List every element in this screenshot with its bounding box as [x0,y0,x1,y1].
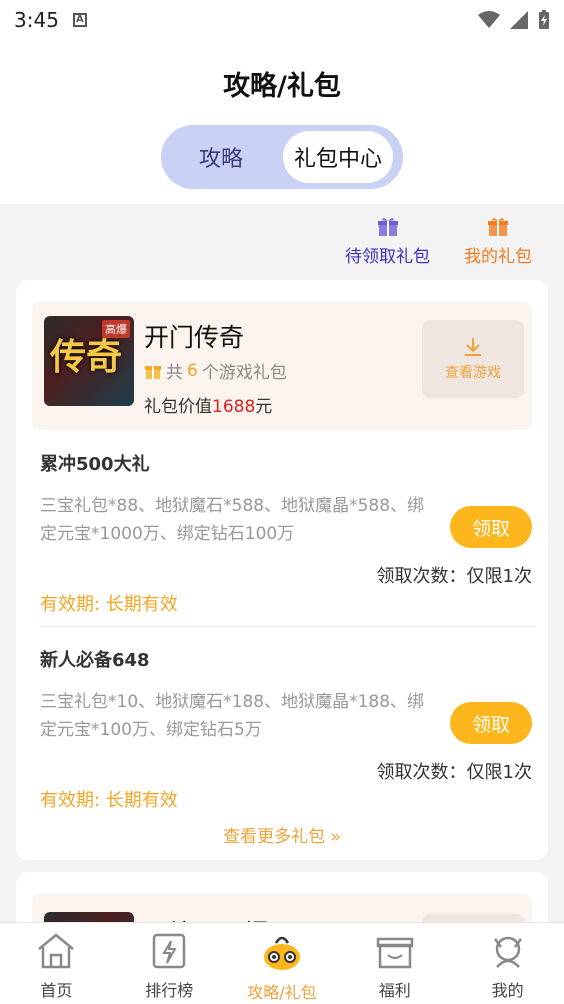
signal-icon [510,11,528,29]
gift-count-prefix: 共 [166,363,183,383]
notification-icon: A [72,13,87,27]
gift-value-suffix: 元 [255,397,273,417]
claim-button[interactable]: 领取 [450,702,532,744]
package-validity: 有效期: 长期有效 [40,594,178,615]
view-more-gifts-link[interactable]: 查看更多礼包 » [16,822,548,847]
view-game-label: 查看游戏 [445,365,501,381]
my-gifts-link[interactable]: 我的礼包 [464,216,532,267]
my-gifts-label: 我的礼包 [464,247,532,267]
package-limit: 领取次数：仅限1次 [376,566,532,587]
status-time: 3:45 [14,8,59,32]
game-name: 开门传奇 [144,323,245,352]
download-icon [465,338,481,356]
nav-profile[interactable]: 我的 [451,923,564,1004]
package-desc: 三宝礼包*88、地狱魔石*588、地狱魔晶*588、绑定元宝*1000万、绑定钻… [40,496,425,544]
gift-value-prefix: 礼包价值 [144,397,212,417]
game-logo[interactable]: 传奇 高爆 [44,316,134,406]
divider [40,626,536,627]
gift-count: 共 6 个游戏礼包 [144,358,287,383]
claim-button[interactable]: 领取 [450,506,532,548]
gift-value-number: 1688 [212,397,256,417]
segmented-control: 攻略 礼包中心 [161,125,403,189]
nav-guides-gifts[interactable]: 攻略/礼包 [226,923,339,1004]
game-header: 传奇 高爆 开门传奇 共 6 个游戏礼包 礼包价值1688元 查看游戏 [32,302,532,430]
view-game-button[interactable]: 查看游戏 [422,320,524,398]
header: 攻略/礼包 攻略 礼包中心 [0,40,564,204]
nav-welfare[interactable]: 福利 [338,923,451,1004]
tab-gift-center[interactable]: 礼包中心 [283,131,393,183]
gift-count-suffix: 个游戏礼包 [201,363,287,383]
game-gift-card: 传奇 高爆 开门传奇 共 6 个游戏礼包 礼包价值1688元 查看游戏 累冲500大… [16,280,548,860]
nav-home-label: 首页 [40,981,73,1000]
bottom-nav: 首页 排行榜 攻略/礼包 福利 我的 [0,922,564,1004]
package-title: 新人必备648 [40,650,150,671]
nav-ranking[interactable]: 排行榜 [113,923,226,1004]
status-bar: 3:45 A [0,0,564,40]
purple-gift-icon [377,218,398,236]
package-title: 累冲500大礼 [40,454,150,475]
small-gift-icon [145,365,161,379]
package-limit: 领取次数：仅限1次 [376,762,532,783]
gift-package: 累冲500大礼 三宝礼包*88、地狱魔石*588、地狱魔晶*588、绑定元宝*1… [40,450,536,615]
game-logo-tag: 高爆 [102,320,130,338]
status-icons [478,10,550,30]
nav-home[interactable]: 首页 [0,923,113,1004]
gift-count-number: 6 [187,360,198,381]
gift-package: 新人必备648 三宝礼包*10、地狱魔石*188、地狱魔晶*188、绑定元宝*1… [40,646,536,811]
gift-mascot-icon [263,936,300,970]
page-title: 攻略/礼包 [223,71,341,102]
nav-ranking-label: 排行榜 [145,981,194,1000]
home-icon [38,933,75,969]
package-desc: 三宝礼包*10、地狱魔石*188、地狱魔晶*188、绑定元宝*100万、绑定钻石… [40,692,425,740]
pending-gifts-link[interactable]: 待领取礼包 [345,216,430,267]
gift-value: 礼包价值1688元 [144,392,272,417]
ranking-icon [152,933,186,969]
wifi-icon [478,11,500,28]
gift-box-icon [376,937,414,969]
top-links: 待领取礼包 我的礼包 [0,204,564,280]
content-area: 待领取礼包 我的礼包 传奇 高爆 开门传奇 共 6 个游戏礼包 礼包价值1688元 [0,204,564,1004]
battery-icon [539,10,549,29]
tab-guides[interactable]: 攻略 [167,131,275,183]
nav-profile-label: 我的 [491,981,524,1000]
nav-welfare-label: 福利 [378,981,411,1000]
nav-guides-gifts-label: 攻略/礼包 [247,983,317,1002]
package-validity: 有效期: 长期有效 [40,790,178,811]
orange-gift-icon [488,218,508,236]
profile-icon [493,936,522,968]
pending-gifts-label: 待领取礼包 [345,247,430,267]
